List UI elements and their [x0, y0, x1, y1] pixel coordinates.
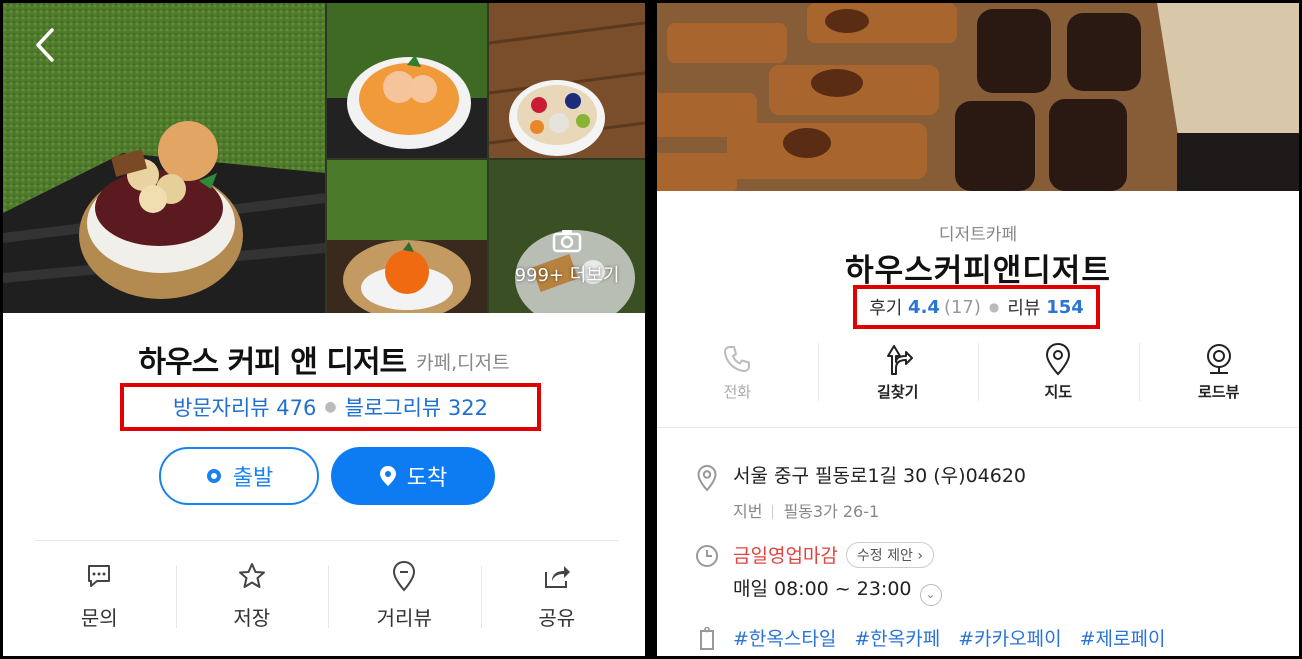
review-counts-highlight[interactable]: 후기 4.4 (17) ● 리뷰 154 — [853, 285, 1100, 329]
place-title: 하우스커피앤디저트 — [845, 253, 1111, 289]
visitor-review-link[interactable]: 방문자리뷰 476 — [173, 392, 316, 422]
review-label: 리뷰 — [1007, 298, 1041, 319]
expand-hours-button[interactable]: ⌄ — [919, 584, 942, 606]
main-photo[interactable] — [657, 3, 1299, 191]
action-label: 로드뷰 — [1198, 383, 1240, 401]
directions-button[interactable]: 길찾기 — [817, 341, 979, 411]
more-photos-button[interactable]: 999+ 더보기 — [489, 203, 645, 313]
call-button[interactable]: 전화 — [657, 341, 818, 411]
edit-suggest-label: 수정 제안 — [856, 548, 913, 564]
tag-icon — [693, 627, 721, 651]
edit-suggest-button[interactable]: 수정 제안 › — [845, 542, 934, 568]
address-row: 서울 중구 필동로1길 30 (우)04620 지번 필동3가 26-1 — [693, 461, 1026, 522]
street-view-button[interactable]: 거리뷰 — [328, 558, 481, 648]
share-button[interactable]: 공유 — [480, 558, 634, 648]
map-pin-icon — [391, 558, 417, 594]
action-label: 길찾기 — [877, 383, 919, 401]
naver-place-panel: 999+ 더보기 하우스 커피 앤 디저트 카페,디저트 방문자리뷰 476 ● … — [0, 0, 648, 659]
depart-label: 출발 — [232, 466, 274, 491]
chevron-right-icon: › — [917, 548, 923, 564]
location-pin-icon — [693, 464, 721, 492]
action-label: 저장 — [233, 606, 271, 630]
hashtag-list: #한옥스타일 #한옥카페 #카카오페이 #제로페이 — [733, 624, 1177, 651]
save-button[interactable]: 저장 — [175, 558, 329, 648]
rating-count: (17) — [943, 296, 981, 318]
map-pin-icon — [379, 465, 397, 487]
place-category: 카페,디저트 — [416, 352, 510, 374]
map-pin-icon — [1044, 341, 1072, 377]
chat-icon — [85, 558, 113, 594]
roadview-icon — [1204, 341, 1234, 377]
photo-thumbnail[interactable] — [327, 3, 487, 158]
back-button[interactable] — [23, 23, 67, 67]
hours-row: 금일영업마감 수정 제안 › 매일 08:00 ~ 23:00 ⌄ — [693, 541, 942, 606]
arrive-button[interactable]: 도착 — [331, 447, 495, 505]
depart-button[interactable]: 출발 — [159, 447, 319, 505]
chevron-left-icon — [36, 28, 54, 62]
separator — [772, 505, 774, 519]
lot-address: 필동3가 26-1 — [783, 502, 880, 521]
separator-dot: ● — [988, 300, 1000, 314]
share-icon — [542, 558, 572, 594]
more-photos-label: 999+ 더보기 — [514, 265, 620, 286]
star-icon — [237, 558, 267, 594]
hashtag[interactable]: #한옥스타일 — [733, 628, 836, 650]
review-count: 154 — [1046, 296, 1084, 318]
hashtag[interactable]: #한옥카페 — [854, 628, 940, 650]
photo-thumbnail[interactable] — [489, 3, 645, 158]
action-bar: 전화 길찾기 지도 로드뷰 — [657, 341, 1299, 411]
origin-dot-icon — [205, 467, 223, 485]
tags-row: #한옥스타일 #한옥카페 #카카오페이 #제로페이 — [693, 624, 1177, 651]
separator-dot: ● — [324, 399, 337, 415]
divider — [657, 427, 1299, 428]
inquiry-button[interactable]: 문의 — [23, 558, 176, 648]
closing-status: 금일영업마감 — [733, 545, 838, 567]
photo-thumbnail[interactable] — [327, 160, 487, 313]
photo-gallery: 999+ 더보기 — [3, 3, 645, 313]
directions-icon — [882, 341, 914, 377]
business-hours: 매일 08:00 ~ 23:00 — [733, 578, 912, 600]
blog-review-link[interactable]: 블로그리뷰 322 — [345, 392, 488, 422]
roadview-button[interactable]: 로드뷰 — [1138, 341, 1300, 411]
rating-label: 후기 — [869, 298, 903, 319]
review-counts-highlight: 방문자리뷰 476 ● 블로그리뷰 322 — [120, 383, 541, 431]
phone-icon — [722, 341, 752, 377]
hashtag[interactable]: #카카오페이 — [958, 628, 1061, 650]
action-bar: 문의 저장 거리뷰 공유 — [23, 558, 633, 648]
arrive-label: 도착 — [406, 466, 448, 491]
action-label: 전화 — [723, 383, 752, 401]
place-category: 디저트카페 — [938, 225, 1018, 245]
place-header: 하우스 커피 앤 디저트 카페,디저트 — [3, 337, 645, 381]
camera-icon — [552, 230, 582, 253]
map-button[interactable]: 지도 — [978, 341, 1139, 411]
chevron-down-icon: ⌄ — [925, 587, 936, 601]
action-label: 공유 — [538, 606, 576, 630]
action-label: 문의 — [80, 606, 118, 630]
action-label: 거리뷰 — [376, 606, 432, 630]
action-label: 지도 — [1044, 383, 1073, 401]
lot-label: 지번 — [733, 502, 763, 521]
divider — [35, 540, 619, 541]
rating-value: 4.4 — [908, 296, 940, 318]
hashtag[interactable]: #제로페이 — [1080, 628, 1166, 650]
address-text[interactable]: 서울 중구 필동로1길 30 (우)04620 — [733, 461, 1026, 488]
kakao-place-panel: 디저트카페 하우스커피앤디저트 후기 4.4 (17) ● 리뷰 154 전화 … — [654, 0, 1302, 659]
clock-icon — [693, 544, 721, 568]
place-title: 하우스 커피 앤 디저트 — [138, 345, 407, 380]
